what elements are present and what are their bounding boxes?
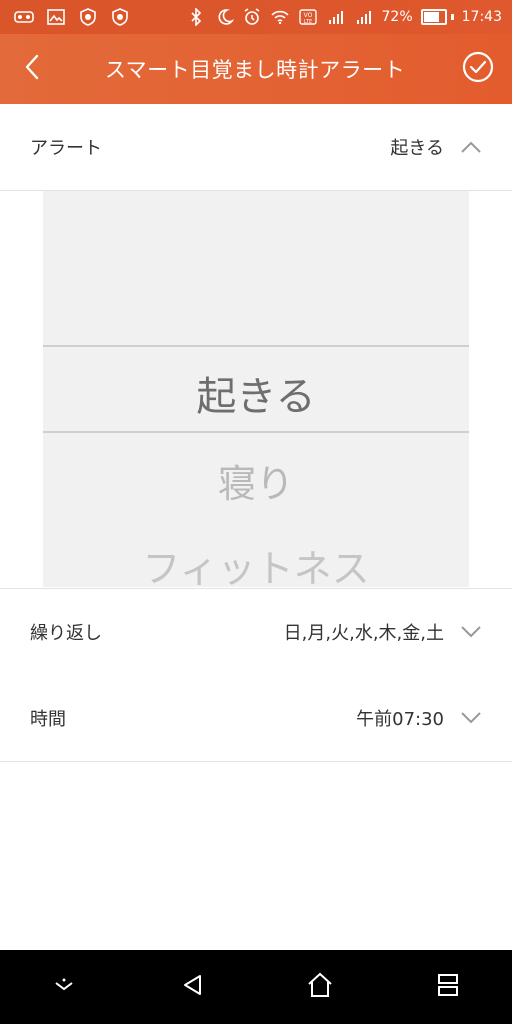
system-nav-bar — [0, 950, 512, 1024]
triangle-back-icon — [180, 973, 204, 1001]
status-right-icons: VO LTE 72% 17:43 — [186, 8, 512, 26]
alarm-clock-icon — [242, 8, 262, 26]
app-header: スマート目覚まし時計アラート — [0, 34, 512, 104]
signal-strength-sim1-icon — [326, 8, 346, 26]
repeat-row[interactable]: 繰り返し 日,月,火,水,木,金,土 — [0, 588, 512, 676]
status-left-icons — [0, 8, 130, 26]
shield-vpn-icon — [78, 8, 98, 26]
voicemail-icon — [14, 8, 34, 26]
chevron-down-icon[interactable] — [456, 620, 486, 644]
picker-option-selected[interactable]: 起きる — [43, 364, 469, 422]
alert-value: 起きる — [390, 138, 444, 159]
bluetooth-icon — [186, 8, 206, 26]
signal-strength-sim2-icon — [354, 8, 374, 26]
alert-label: アラート — [30, 138, 102, 159]
back-nav-button[interactable] — [162, 957, 222, 1017]
picker-bottom-divider — [43, 431, 469, 433]
picker-option[interactable]: 寝り — [43, 453, 469, 508]
battery-percent: 72% — [381, 9, 413, 25]
time-row[interactable]: 時間 午前07:30 — [0, 675, 512, 762]
back-button[interactable] — [8, 45, 56, 93]
alert-type-picker[interactable]: 起きる 寝り フィットネス — [43, 191, 469, 591]
page-title: スマート目覚まし時計アラート — [104, 58, 406, 82]
notification-shade-button[interactable] — [34, 957, 94, 1017]
time-value: 午前07:30 — [356, 709, 444, 730]
confirm-button[interactable] — [454, 45, 502, 93]
alert-row[interactable]: アラート 起きる — [0, 104, 512, 191]
wifi-icon — [270, 8, 290, 26]
repeat-label: 繰り返し — [30, 623, 102, 644]
picker-top-divider — [43, 345, 469, 347]
chevron-up-icon[interactable] — [456, 135, 486, 159]
chevron-down-icon[interactable] — [456, 706, 486, 730]
chevron-left-icon — [21, 53, 43, 85]
image-icon — [46, 8, 66, 26]
home-icon — [306, 972, 334, 1002]
svg-text:LTE: LTE — [303, 19, 311, 25]
recents-icon — [436, 972, 460, 1002]
check-circle-icon — [461, 50, 495, 88]
battery-icon — [420, 9, 454, 25]
pull-down-icon — [53, 977, 75, 997]
shield-vpn-icon-2 — [110, 8, 130, 26]
volte-icon: VO LTE — [298, 8, 318, 26]
status-time: 17:43 — [461, 9, 502, 25]
picker-option[interactable]: フィットネス — [43, 538, 469, 593]
recents-nav-button[interactable] — [418, 957, 478, 1017]
svg-text:VO: VO — [303, 12, 312, 19]
do-not-disturb-moon-icon — [214, 8, 234, 26]
status-bar: VO LTE 72% 17:43 — [0, 0, 512, 34]
repeat-value: 日,月,火,水,木,金,土 — [283, 623, 444, 644]
home-nav-button[interactable] — [290, 957, 350, 1017]
time-label: 時間 — [30, 709, 66, 730]
